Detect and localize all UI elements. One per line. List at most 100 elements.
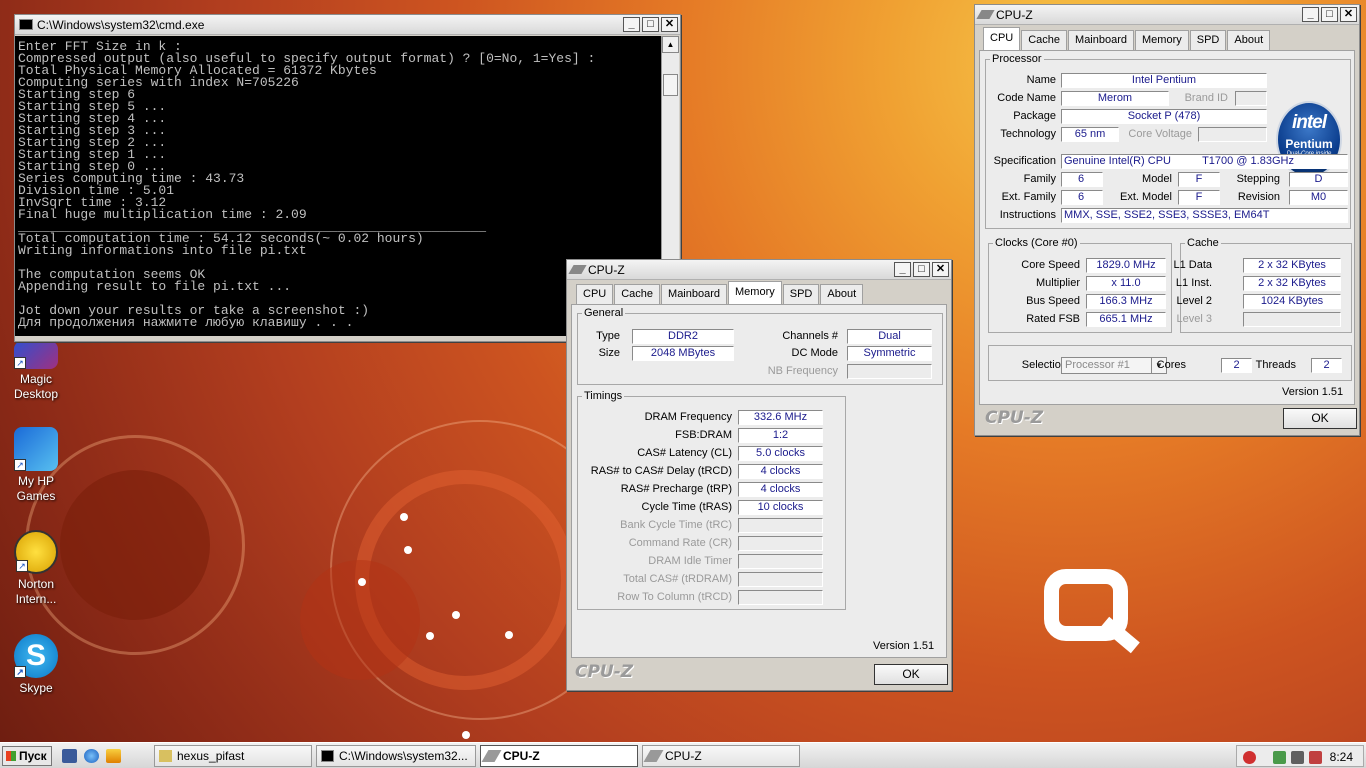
console-output[interactable]: Enter FFT Size in k : Compressed output (… [15,36,661,336]
close-button[interactable]: ✕ [932,262,949,277]
timing-value: 5.0 clocks [738,446,823,461]
desktop-icon-norton[interactable]: ↗ Norton Intern... [1,530,71,607]
network-icon[interactable] [1273,751,1286,764]
dcmode-label: DC Mode [791,347,838,359]
tab-mainboard[interactable]: Mainboard [1068,30,1135,50]
level2-label: Level 2 [1176,295,1212,307]
maximize-button[interactable]: □ [642,17,659,32]
desktop-icon-my-hp-games[interactable]: ↗ My HP Games [1,427,71,504]
cmd-titlebar[interactable]: C:\Windows\system32\cmd.exe _ □ ✕ [15,15,680,35]
taskbar-button-hexus-pifast[interactable]: hexus_pifast [154,745,312,767]
taskbar-button-cpuz-cpu[interactable]: CPU-Z [642,745,800,767]
timing-label: FSB:DRAM [675,429,732,441]
intel-line: Pentium [1285,137,1333,151]
wallpaper-dot [452,611,460,619]
name-label: Name [1026,74,1056,86]
speaker-muted-icon[interactable] [1291,751,1304,764]
cpuz-cpu-titlebar[interactable]: CPU-Z _ □ ✕ [975,5,1359,25]
timing-value: 4 clocks [738,482,823,497]
size-label: Size [598,347,620,359]
general-legend: General [584,307,624,319]
l1-inst-label: L1 Inst. [1175,277,1212,289]
wallpaper-dot [462,731,470,739]
timing-label: Command Rate (CR) [628,537,732,549]
timing-value [738,590,823,605]
threads-value: 2 [1311,358,1342,373]
cpuz-memory-titlebar[interactable]: CPU-Z _ □ ✕ [567,260,951,280]
cpuz-cpu-title: CPU-Z [996,7,1033,22]
hp-games-icon: ↗ [14,427,58,471]
specification-value: Genuine Intel(R) CPU T1700 @ 1.83GHz [1061,154,1348,169]
processor-select[interactable]: Processor #1 ▼ [1061,357,1167,374]
tab-cache[interactable]: Cache [614,284,661,304]
tab-memory[interactable]: Memory [1135,30,1189,50]
model-label: Model [1142,173,1172,185]
desktop-icon-skype[interactable]: S ↗ Skype [1,634,71,696]
channels-label: Channels # [782,330,838,342]
desktop-icon-label: Norton Intern... [15,577,57,606]
package-value: Socket P (478) [1061,109,1267,124]
system-tray: 8:24 [1236,745,1364,767]
tab-cpu[interactable]: CPU [576,284,614,304]
tab-spd[interactable]: SPD [1189,30,1227,50]
stepping-label: Stepping [1236,173,1280,185]
level2-value: 1024 KBytes [1243,294,1341,309]
level3-label: Level 3 [1176,313,1212,325]
console-line: Appending result to file pi.txt ... [18,279,292,294]
wallpaper-dot [404,546,412,554]
tab-cpu[interactable]: CPU [983,27,1021,50]
family-value: 6 [1061,172,1103,187]
tab-mainboard[interactable]: Mainboard [661,284,728,304]
taskbar-button-cmd[interactable]: C:\Windows\system32... [316,745,476,767]
tab-about[interactable]: About [820,284,864,304]
minimize-button[interactable]: _ [894,262,911,277]
timing-value [738,572,823,587]
bus-speed-label: Bus Speed [1026,295,1080,307]
start-button[interactable]: Пуск [2,746,52,766]
ie-icon[interactable] [84,749,99,763]
console-line: Для продолжения нажмите любую клавишу . … [18,315,354,330]
l1-inst-value: 2 x 32 KBytes [1243,276,1341,291]
taskbar-button-cpuz-memory[interactable]: CPU-Z [480,745,638,767]
corevoltage-label: Core Voltage [1128,128,1192,140]
close-button[interactable]: ✕ [661,17,678,32]
shortcut-arrow-icon: ↗ [14,459,26,471]
cpu-tab-panel: Processor Name Intel Pentium Code Name M… [979,50,1355,405]
tab-cache[interactable]: Cache [1021,30,1068,50]
core-speed-value: 1829.0 MHz [1086,258,1166,273]
revision-value: M0 [1289,190,1348,205]
scroll-up-icon[interactable]: ▲ [662,36,679,53]
tab-memory[interactable]: Memory [728,281,782,304]
ok-button[interactable]: OK [874,664,948,685]
brandid-label: Brand ID [1184,92,1228,104]
desktop-icon-magic-desktop[interactable]: ↗ Magic Desktop [1,341,71,402]
cpuz-cpu-window[interactable]: CPU-Z _ □ ✕ CPU Cache Mainboard Memory S… [974,4,1360,436]
threads-label: Threads [1255,359,1296,371]
power-icon[interactable] [1309,751,1322,764]
core-speed-label: Core Speed [1021,259,1080,271]
show-desktop-icon[interactable] [62,749,77,763]
maximize-button[interactable]: □ [913,262,930,277]
security-shield-icon[interactable] [1243,751,1256,764]
cpuz-memory-window[interactable]: CPU-Z _ □ ✕ CPU Cache Mainboard Memory S… [566,259,952,691]
media-player-icon[interactable] [106,749,121,763]
dcmode-value: Symmetric [847,346,932,361]
cores-value: 2 [1221,358,1252,373]
wallpaper-dot [505,631,513,639]
close-button[interactable]: ✕ [1340,7,1357,22]
wallpaper-ring [355,470,575,690]
ok-button[interactable]: OK [1283,408,1357,429]
ext-model-label: Ext. Model [1120,191,1172,203]
tab-spd[interactable]: SPD [782,284,820,304]
minimize-button[interactable]: _ [1302,7,1319,22]
cores-label: Cores [1156,359,1186,371]
minimize-button[interactable]: _ [623,17,640,32]
revision-label: Revision [1237,191,1280,203]
taskbar: Пуск hexus_pifast C:\Windows\system32...… [0,742,1366,768]
maximize-button[interactable]: □ [1321,7,1338,22]
tab-about[interactable]: About [1227,30,1271,50]
stepping-value: D [1289,172,1348,187]
norton-icon: ↗ [14,530,58,574]
scroll-thumb[interactable] [663,74,678,96]
wallpaper-ring [60,470,210,620]
